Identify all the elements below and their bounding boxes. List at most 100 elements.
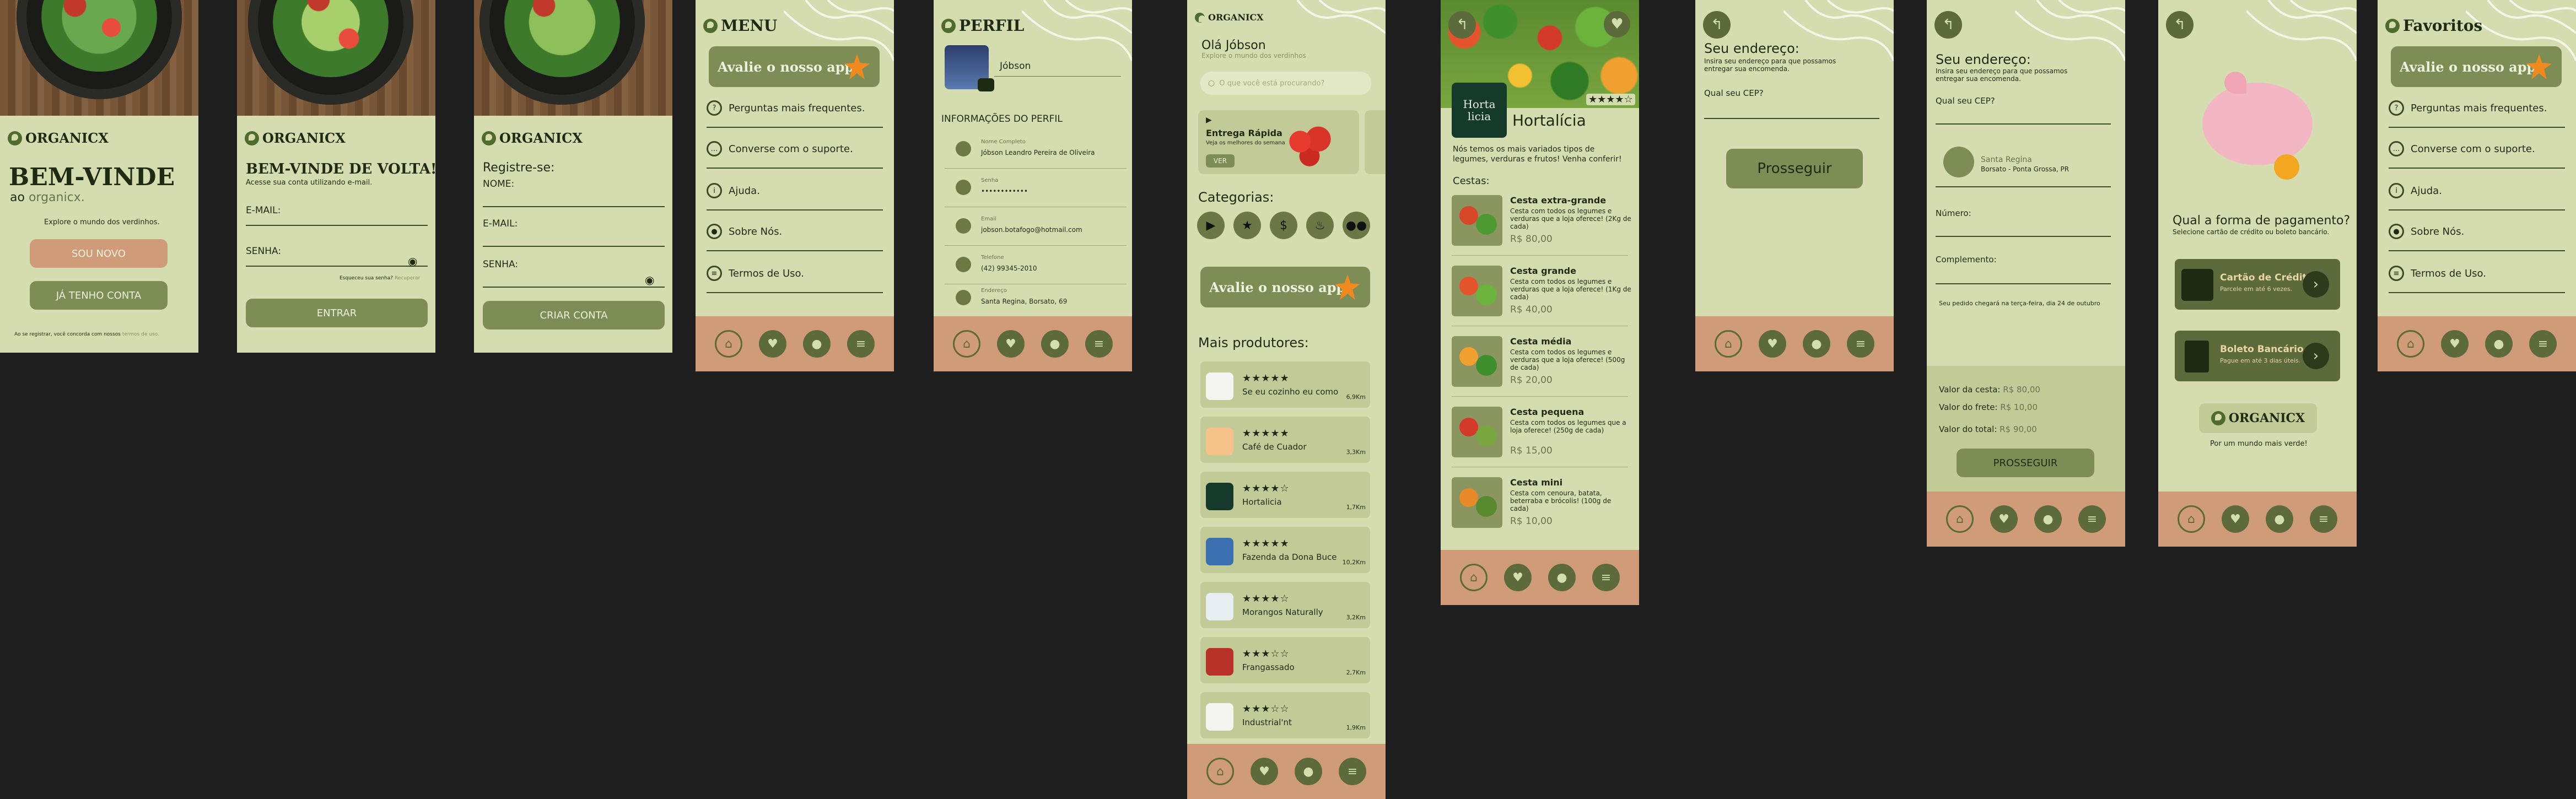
menu-icon[interactable]: ≡ (2310, 505, 2337, 533)
producer-card[interactable]: ★★★☆☆ Industrial'nt 1,9Km (1200, 692, 1370, 738)
menu-icon[interactable]: ≡ (2529, 330, 2557, 358)
promo-card-next[interactable] (1365, 110, 1386, 174)
home-icon[interactable]: ⌂ (2397, 330, 2424, 358)
basket-item[interactable]: Cesta pequena Cesta com todos os legumes … (1452, 401, 1628, 467)
basket-item[interactable]: Cesta média Cesta com todos os legumes e … (1452, 331, 1628, 397)
have-account-button[interactable]: JÁ TENHO CONTA (30, 281, 168, 310)
profile-field-email[interactable]: Email jobson.botafogo@hotmail.com (945, 207, 1127, 246)
enter-button[interactable]: ENTRAR (246, 299, 428, 327)
promo-view-button[interactable]: VER (1206, 154, 1235, 168)
email-field[interactable] (246, 225, 428, 226)
producer-card[interactable]: ★★★★☆ Hortalicia 1,7Km (1200, 472, 1370, 518)
eye-icon[interactable]: ◉ (645, 273, 654, 287)
home-icon[interactable]: ⌂ (2178, 505, 2205, 533)
heart-icon[interactable]: ♥ (1990, 505, 2018, 533)
heart-icon[interactable]: ♥ (2441, 330, 2469, 358)
number-field[interactable] (1936, 236, 2111, 237)
producer-card[interactable]: ★★★★☆ Morangos Naturally 3,2Km (1200, 582, 1370, 628)
menu-item-help[interactable]: i Ajuda. (707, 172, 883, 210)
new-user-button[interactable]: SOU NOVO (30, 239, 168, 268)
user-icon[interactable]: ● (1548, 564, 1576, 591)
user-icon[interactable]: ● (1803, 330, 1830, 358)
menu-icon[interactable]: ≡ (1085, 330, 1113, 358)
truck-icon[interactable]: ▶ (1197, 212, 1225, 239)
heart-icon[interactable]: ♥ (759, 330, 786, 358)
terms-link[interactable]: termos de uso. (122, 332, 159, 337)
basket-item[interactable]: Cesta grande Cesta com todos os legumes e… (1452, 260, 1631, 326)
menu-item-support[interactable]: … Converse com o suporte. (707, 130, 883, 169)
basket-item[interactable]: Cesta mini Cesta com cenoura, batata, bet… (1452, 472, 1628, 538)
forgot-password[interactable]: Esqueceu sua senha? Recuperar (339, 276, 420, 281)
rate-app-banner[interactable]: Avalie o nosso app (2391, 46, 2562, 87)
producer-card[interactable]: ★★★★★ Fazenda da Dona Buce 10,2Km (1200, 527, 1370, 573)
menu-icon[interactable]: ≡ (847, 330, 875, 358)
name-field[interactable] (483, 206, 665, 207)
basket-description: Cesta com cenoura, batata, beterraba e b… (1510, 489, 1612, 512)
home-icon[interactable]: ⌂ (1460, 564, 1488, 591)
password-field[interactable] (246, 266, 428, 267)
home-icon[interactable]: ⌂ (1206, 758, 1234, 785)
promo-card[interactable]: ▶ Entrega Rápida Veja os melhores do sem… (1198, 110, 1359, 174)
complement-field[interactable] (1936, 283, 2111, 284)
user-icon[interactable]: ● (2266, 505, 2293, 533)
back-arrow-icon[interactable]: ↰ (1703, 11, 1731, 39)
heart-icon[interactable]: ♥ (1504, 564, 1532, 591)
chevron-right-icon[interactable]: › (2303, 343, 2329, 369)
user-icon[interactable]: ● (2034, 505, 2062, 533)
search-input[interactable]: ○ O que você está procurando? (1200, 72, 1371, 95)
user-icon[interactable]: ● (1295, 758, 1322, 785)
boleto-option[interactable]: Boleto Bancário Pague em até 3 dias útei… (2175, 331, 2340, 381)
producer-card[interactable]: ★★★☆☆ Frangassado 2,7Km (1200, 637, 1370, 683)
menu-icon[interactable]: ≡ (2078, 505, 2106, 533)
camera-icon[interactable] (978, 78, 994, 91)
producer-card[interactable]: ★★★★★ Se eu cozinho eu como 6,9Km (1200, 361, 1370, 408)
star-icon[interactable]: ★ (1233, 212, 1261, 239)
user-icon[interactable]: ● (803, 330, 831, 358)
menu-icon[interactable]: ≡ (1592, 564, 1620, 591)
back-arrow-icon[interactable]: ↰ (2166, 11, 2194, 39)
email-field[interactable] (483, 246, 665, 247)
profile-field-password[interactable]: Senha •••••••••••• (945, 169, 1127, 207)
password-field[interactable] (483, 287, 665, 288)
eye-icon[interactable]: ◉ (408, 255, 417, 268)
user-icon[interactable]: ● (2485, 330, 2513, 358)
menu-item-help[interactable]: i Ajuda. (2389, 172, 2565, 210)
credit-card-option[interactable]: Cartão de Crédito Parcele em até 6 vezes… (2175, 259, 2340, 310)
fire-icon[interactable]: ♨ (1306, 212, 1334, 239)
rate-app-banner[interactable]: Avalie o nosso app (709, 46, 880, 87)
user-icon[interactable]: ● (1041, 330, 1069, 358)
profile-field-address[interactable]: Endereço Santa Regina, Borsato, 69 (945, 279, 1127, 317)
home-icon[interactable]: ⌂ (715, 330, 742, 358)
menu-item-terms[interactable]: ≡ Termos de Uso. (707, 255, 883, 293)
heart-icon[interactable]: ♥ (2222, 505, 2249, 533)
create-account-button[interactable]: CRIAR CONTA (483, 301, 665, 330)
menu-item-terms[interactable]: ≡ Termos de Uso. (2389, 255, 2565, 293)
home-icon[interactable]: ⌂ (1946, 505, 1974, 533)
back-arrow-icon[interactable]: ↰ (1934, 11, 1962, 39)
continue-button[interactable]: PROSSEGUIR (1957, 449, 2094, 477)
producer-card[interactable]: ★★★★★ Café de Cuador 3,3Km (1200, 417, 1370, 463)
menu-item-faq[interactable]: ? Perguntas mais frequentes. (2389, 89, 2565, 128)
menu-item-about[interactable]: ● Sobre Nós. (707, 213, 883, 251)
home-icon[interactable]: ⌂ (1715, 330, 1742, 358)
heart-icon[interactable]: ♥ (1759, 330, 1786, 358)
basket-item[interactable]: Cesta extra-grande Cesta com todos os leg… (1452, 190, 1631, 256)
group-icon[interactable]: ●● (1343, 212, 1370, 239)
rate-app-banner[interactable]: Avalie o nosso app (1200, 267, 1370, 307)
heart-icon[interactable]: ♥ (1251, 758, 1278, 785)
continue-button[interactable]: Prosseguir (1726, 149, 1863, 188)
heart-icon[interactable]: ♥ (1604, 11, 1630, 37)
menu-icon[interactable]: ≡ (1339, 758, 1366, 785)
menu-item-faq[interactable]: ? Perguntas mais frequentes. (707, 89, 883, 128)
home-icon[interactable]: ⌂ (953, 330, 980, 358)
chevron-right-icon[interactable]: › (2303, 271, 2329, 298)
menu-item-support[interactable]: … Converse com o suporte. (2389, 130, 2565, 169)
back-arrow-icon[interactable]: ↰ (1448, 11, 1476, 39)
cep-field[interactable] (1704, 118, 1879, 119)
menu-item-about[interactable]: ● Sobre Nós. (2389, 213, 2565, 251)
dollar-icon[interactable]: $ (1270, 212, 1297, 239)
heart-icon[interactable]: ♥ (997, 330, 1025, 358)
profile-field-name[interactable]: Nome Completo Jóbson Leandro Pereira de O… (945, 130, 1127, 169)
menu-icon[interactable]: ≡ (1847, 330, 1874, 358)
cep-field[interactable] (1936, 123, 2111, 125)
